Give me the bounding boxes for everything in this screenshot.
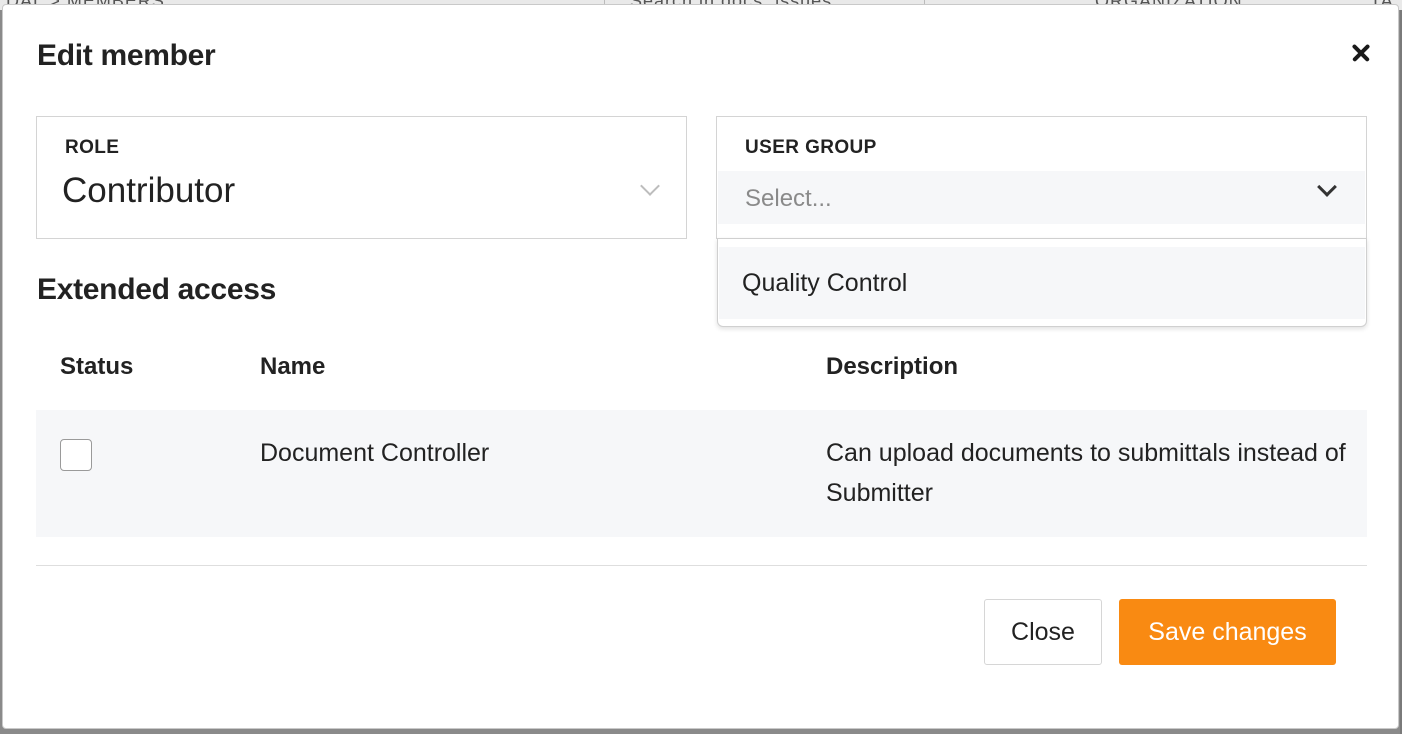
modal-title: Edit member [37,39,216,72]
column-header-name: Name [260,353,326,380]
access-name: Document Controller [260,439,490,467]
role-select[interactable]: ROLE Contributor [36,116,687,239]
user-group-input[interactable]: Select... [718,171,1365,224]
column-header-status: Status [60,353,134,380]
save-changes-button[interactable]: Save changes [1119,599,1336,665]
edit-member-modal: Edit member ROLE Contributor USER GROUP … [2,4,1399,729]
role-label: ROLE [65,137,120,158]
status-checkbox[interactable] [60,439,92,471]
close-icon[interactable] [1343,35,1379,71]
user-group-label: USER GROUP [745,137,877,158]
user-group-dropdown: Quality Control [717,238,1367,327]
chevron-down-icon [640,176,660,196]
user-group-placeholder: Select... [745,185,832,212]
table-row: Document Controller Can upload documents… [36,410,1367,537]
access-description: Can upload documents to submittals inste… [826,439,1346,507]
column-header-description: Description [826,353,959,380]
extended-access-title: Extended access [37,273,276,306]
footer-divider [36,565,1367,566]
user-group-select[interactable]: USER GROUP Select... [716,116,1367,239]
close-button[interactable]: Close [984,599,1102,665]
role-value: Contributor [62,171,236,210]
chevron-down-icon[interactable] [1317,177,1337,197]
dropdown-option-quality-control[interactable]: Quality Control [719,247,1365,319]
dropdown-option-label: Quality Control [742,269,908,297]
